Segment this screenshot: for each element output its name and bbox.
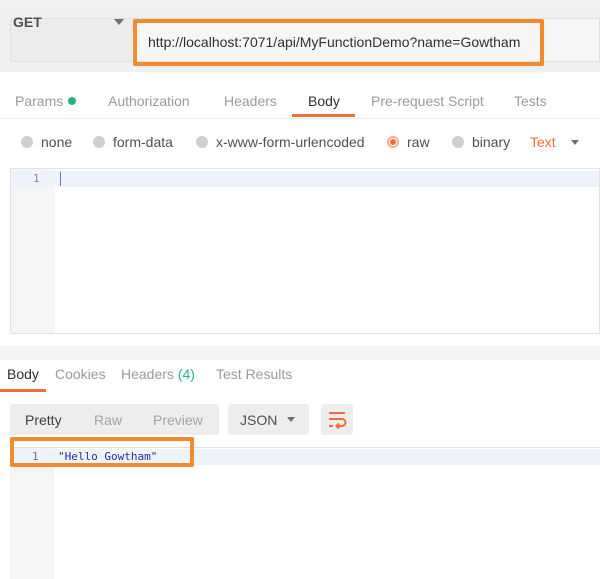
radio-button-selected[interactable]	[387, 136, 399, 148]
text-cursor	[60, 172, 61, 186]
radio-raw-label: raw	[407, 134, 430, 150]
chevron-down-icon[interactable]	[571, 140, 579, 145]
line-gutter	[10, 448, 54, 579]
radio-raw[interactable]: raw	[387, 134, 430, 150]
tab-params[interactable]: Params	[15, 93, 77, 109]
response-tab-body[interactable]: Body	[7, 366, 39, 382]
response-tab-cookies[interactable]: Cookies	[55, 366, 106, 382]
radio-form-data-label: form-data	[113, 134, 173, 150]
radio-none[interactable]: none	[21, 134, 72, 150]
wrap-lines-icon	[329, 412, 347, 430]
content-type-select[interactable]: Text	[530, 134, 556, 150]
raw-button[interactable]: Raw	[94, 412, 122, 428]
radio-button[interactable]	[21, 136, 33, 148]
chevron-down-icon	[287, 417, 295, 422]
radio-none-label: none	[41, 134, 73, 150]
response-tab-test-results[interactable]: Test Results	[216, 366, 292, 382]
radio-urlencoded-label: x-www-form-urlencoded	[216, 134, 365, 150]
preview-button[interactable]: Preview	[153, 412, 203, 428]
radio-button[interactable]	[196, 136, 208, 148]
line-number: 1	[33, 172, 40, 185]
response-tab-headers[interactable]: Headers (4)	[121, 366, 195, 382]
radio-button[interactable]	[93, 136, 105, 148]
radio-button[interactable]	[452, 136, 464, 148]
tab-body[interactable]: Body	[308, 93, 340, 109]
tab-authorization[interactable]: Authorization	[108, 93, 190, 109]
request-body-editor[interactable]: 1	[10, 168, 600, 334]
section-divider	[0, 346, 600, 360]
tab-params-label: Params	[15, 93, 64, 109]
radio-form-data[interactable]: form-data	[93, 134, 173, 150]
response-highlight-box	[10, 437, 194, 467]
active-response-tab-indicator	[0, 389, 46, 392]
params-status-dot	[68, 97, 77, 106]
tab-tests[interactable]: Tests	[514, 93, 547, 109]
top-strip	[0, 0, 600, 8]
active-tab-indicator	[292, 114, 355, 117]
radio-binary-label: binary	[472, 134, 511, 150]
headers-count-badge: (4)	[177, 366, 195, 382]
pretty-button[interactable]: Pretty	[25, 412, 62, 428]
tab-prerequest-script[interactable]: Pre-request Script	[371, 93, 484, 109]
response-tab-headers-label: Headers	[121, 366, 174, 382]
line-gutter	[11, 169, 55, 333]
radio-binary[interactable]: binary	[452, 134, 510, 150]
url-highlight-box	[133, 19, 544, 66]
active-line	[11, 171, 599, 187]
tab-headers[interactable]: Headers	[224, 93, 277, 109]
chevron-down-icon	[114, 19, 124, 25]
wrap-lines-button[interactable]	[321, 404, 353, 435]
format-label: JSON	[240, 412, 278, 428]
method-label: GET	[13, 14, 42, 30]
tabs-divider	[0, 118, 600, 119]
radio-urlencoded[interactable]: x-www-form-urlencoded	[196, 134, 365, 150]
